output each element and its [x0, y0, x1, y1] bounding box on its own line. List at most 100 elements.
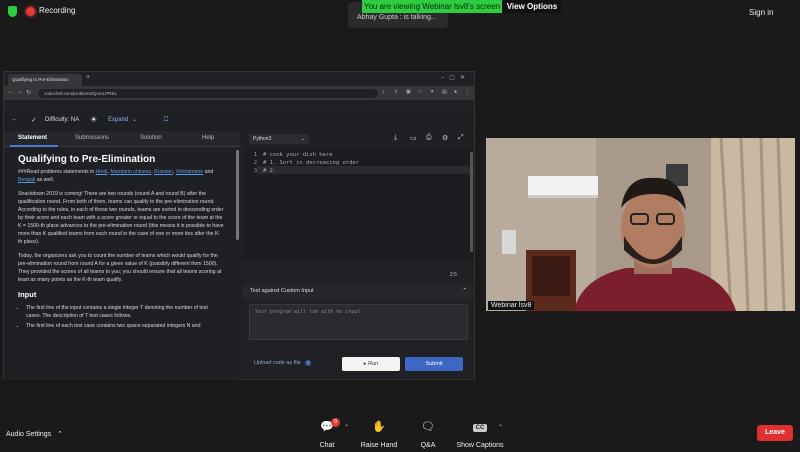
sign-in-button[interactable]: Sign in: [749, 8, 773, 17]
submit-button[interactable]: Submit: [405, 357, 463, 371]
language-value: Python3: [253, 136, 272, 142]
recording-label: Recording: [39, 6, 76, 15]
problem-toolbar: ← ✓ Difficulty: NA ☀ Expand ⌄ ⎕: [4, 112, 474, 130]
chevron-down-icon[interactable]: ⌄: [132, 116, 137, 123]
tab-help[interactable]: Help: [202, 135, 214, 141]
custom-input-header[interactable]: Test against Custom Input ⌃: [243, 285, 474, 299]
participant-video[interactable]: [486, 138, 795, 311]
recording-icon: [26, 7, 35, 16]
menu-icon[interactable]: ⋮: [465, 89, 470, 95]
view-options-button[interactable]: View Options: [503, 0, 561, 13]
line-number: 3: [253, 168, 257, 174]
bookmark-problem-icon[interactable]: ⎕: [164, 116, 168, 124]
browser-tab-bar: Qualifying to Pre-Elimination + –▢✕: [4, 72, 474, 86]
raise-hand-label: Raise Hand: [360, 442, 398, 449]
zoom-bottom-toolbar: Audio Settings ⌃ 💬 Chat ✋ Raise Hand 🗨 Q…: [0, 412, 800, 449]
share-icon[interactable]: ⇪: [394, 89, 398, 95]
comment-icon[interactable]: ▭: [410, 134, 417, 142]
show-captions-label: Show Captions: [456, 442, 504, 449]
link-vietnamese[interactable]: Vietnamese: [176, 169, 203, 175]
difficulty-label: Difficulty: NA: [45, 117, 80, 123]
extension-icon[interactable]: ▣: [406, 89, 411, 95]
chat-unread-badge: 9: [331, 418, 340, 427]
chevron-up-icon[interactable]: ⌃: [344, 424, 349, 431]
tab-solution[interactable]: Solution: [140, 135, 162, 141]
participant-name-tag: Webinar lsv8: [488, 301, 535, 310]
viewing-screen-banner: You are viewing Webinar lsv8's screen: [362, 0, 502, 13]
browser-url-bar: ← → ↻ codechef.com/problems/QUALPREL ⌕ ⇪…: [4, 86, 474, 100]
active-tab-indicator: [10, 145, 58, 147]
custom-input-textarea[interactable]: Your program will run with no input: [249, 304, 468, 340]
chevron-up-icon[interactable]: ⌃: [57, 431, 63, 438]
cursor-position: 2:5: [450, 272, 457, 278]
statement-paragraph-2: Today, the organizers ask you to count t…: [18, 253, 222, 283]
audio-settings-label: Audio Settings: [6, 431, 52, 438]
leave-button[interactable]: Leave: [757, 425, 793, 441]
chevron-up-icon[interactable]: ⌃: [498, 424, 503, 431]
problem-tabs: Statement Submissions Solution Help: [4, 131, 240, 147]
qa-button[interactable]: 🗨 Q&A: [398, 420, 458, 452]
input-item: The first line of each test case contain…: [26, 322, 224, 330]
reload-icon[interactable]: ↻: [26, 89, 31, 96]
problem-title: Qualifying to Pre-Elimination: [18, 154, 156, 165]
line-number: 1: [253, 152, 257, 158]
chevron-up-icon[interactable]: ⌃: [462, 288, 467, 294]
search-icon[interactable]: ⌕: [382, 89, 385, 95]
tab-submissions[interactable]: Submissions: [75, 135, 109, 141]
tab-statement[interactable]: Statement: [18, 135, 47, 141]
run-button[interactable]: ▸ Run: [342, 357, 400, 371]
back-arrow-icon[interactable]: ←: [11, 116, 18, 123]
link-bengali[interactable]: Bengali: [18, 177, 35, 183]
settings-gear-icon[interactable]: ⚙: [442, 134, 448, 142]
shared-browser-window: Qualifying to Pre-Elimination + –▢✕ ← → …: [3, 71, 475, 380]
back-icon[interactable]: ←: [8, 89, 14, 95]
language-select[interactable]: Python3 ⌄: [249, 134, 309, 144]
statement-scrollbar[interactable]: [236, 150, 239, 240]
download-icon[interactable]: ⤓: [394, 134, 397, 142]
expand-button[interactable]: Expand: [108, 117, 128, 123]
code-text[interactable]: # cook your dish here # 1. Sort in decre…: [263, 151, 359, 175]
qa-label: Q&A: [420, 442, 436, 449]
line-numbers: 1 2 3: [243, 151, 257, 175]
link-russian[interactable]: Russian: [154, 169, 173, 175]
translations-suffix: as well.: [36, 177, 55, 183]
new-tab-icon[interactable]: +: [86, 74, 90, 81]
extensions-icon[interactable]: ✦: [430, 89, 434, 95]
window-controls[interactable]: –▢✕: [441, 74, 470, 81]
custom-input-title: Test against Custom Input: [250, 288, 314, 294]
link-mandarin[interactable]: Mandarin chinese: [110, 169, 151, 175]
code-editor[interactable]: 1 2 3 # cook your dish here # 1. Sort in…: [243, 148, 474, 260]
input-item: The first line of the input contains a s…: [26, 304, 224, 320]
chat-label: Chat: [319, 442, 335, 449]
save-icon[interactable]: ⎙: [426, 134, 432, 142]
code-line: # 1. Sort in decreasing order: [263, 160, 360, 166]
audio-settings-button[interactable]: Audio Settings ⌃: [6, 430, 63, 438]
profile-icon[interactable]: ●: [454, 89, 457, 95]
qa-icon: 🗨: [421, 421, 435, 433]
fullscreen-icon[interactable]: ⤢: [458, 134, 464, 142]
webcam-feed-image: [486, 138, 795, 311]
editor-scrollbar[interactable]: [470, 152, 473, 252]
run-label: Run: [368, 361, 379, 367]
forward-icon[interactable]: →: [17, 89, 23, 95]
theme-sun-icon[interactable]: ☀: [90, 115, 97, 124]
zoom-top-bar: Recording Abhay Gupta : is talking... Yo…: [0, 0, 800, 28]
translations-prefix: ###Read problems statements in: [18, 169, 95, 175]
code-line: # cook your dish here: [263, 152, 333, 158]
link-hindi[interactable]: Hindi: [96, 169, 108, 175]
check-icon: ✓: [31, 117, 37, 124]
editor-header: Python3 ⌄ ⤓ ▭ ⎙ ⚙ ⤢: [243, 131, 474, 147]
translations-and: and: [204, 169, 214, 175]
security-shield-icon[interactable]: [8, 6, 17, 17]
input-heading: Input: [18, 290, 37, 299]
problem-statement: Qualifying to Pre-Elimination ###Read pr…: [4, 148, 238, 380]
browser-tab[interactable]: Qualifying to Pre-Elimination: [8, 74, 82, 86]
translations-line: ###Read problems statements in Hindi, Ma…: [18, 169, 214, 183]
upload-code-link[interactable]: Upload code as file ?: [254, 360, 312, 366]
upload-label: Upload code as file: [254, 360, 301, 366]
chevron-down-icon: ⌄: [300, 136, 305, 142]
bookmark-icon[interactable]: ☆: [418, 89, 422, 95]
sidebar-icon[interactable]: ▤: [442, 89, 447, 95]
address-input[interactable]: codechef.com/problems/QUALPREL: [38, 89, 378, 98]
help-icon[interactable]: ?: [305, 360, 312, 366]
